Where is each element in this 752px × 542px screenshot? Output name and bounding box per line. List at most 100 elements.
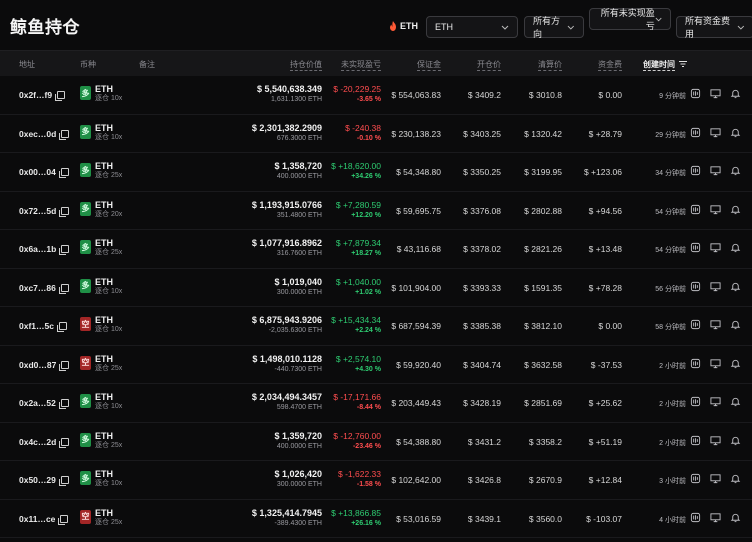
monitor-icon[interactable]: [710, 127, 721, 138]
table-row[interactable]: 0x2f…f9 多 ETH 逐仓 10x $ 5,540,638.349 1,6…: [0, 76, 752, 115]
monitor-icon[interactable]: [710, 204, 721, 215]
table-row[interactable]: 0xec…0d 多 ETH 逐仓 10x $ 2,301,382.2909 67…: [0, 115, 752, 153]
copy-icon[interactable]: [59, 437, 70, 448]
wallet-address[interactable]: 0x72…5d: [19, 206, 56, 216]
alert-icon[interactable]: [730, 281, 741, 292]
address-cell[interactable]: 0xf1…5c: [19, 321, 67, 332]
alert-icon[interactable]: [730, 165, 741, 176]
col-value[interactable]: 持仓价值: [290, 59, 322, 71]
copy-icon[interactable]: [59, 245, 70, 255]
address-cell[interactable]: 0x50…29: [19, 475, 69, 486]
table-row[interactable]: 0x11…ce 空 ETH 逐仓 25x $ 1,325,414.7945 -3…: [0, 500, 752, 538]
alert-icon[interactable]: [730, 358, 741, 369]
col-created-sort[interactable]: 创建时间: [643, 59, 688, 71]
pnl-cell: $ +15,434.34 +2.24 %: [331, 315, 381, 336]
copy-icon[interactable]: [58, 399, 69, 409]
pnl-cell: $ +1,040.00 +1.02 %: [336, 277, 381, 298]
monitor-icon[interactable]: [710, 396, 721, 407]
alert-icon[interactable]: [730, 512, 741, 523]
copy-icon[interactable]: [55, 91, 66, 101]
alert-icon[interactable]: [730, 242, 741, 253]
alert-icon[interactable]: [730, 127, 741, 138]
col-liq-price[interactable]: 清算价: [538, 59, 562, 71]
address-cell[interactable]: 0x2a…52: [19, 398, 69, 409]
wallet-icon[interactable]: [690, 512, 701, 523]
col-pnl[interactable]: 未实现盈亏: [341, 59, 381, 71]
monitor-icon[interactable]: [710, 319, 721, 330]
address-cell[interactable]: 0x2f…f9: [19, 90, 66, 101]
monitor-icon[interactable]: [710, 473, 721, 484]
table-row[interactable]: 0x72…5d 多 ETH 逐仓 20x $ 1,193,915.0766 35…: [0, 192, 752, 230]
table-row[interactable]: 0x4c…2d 多 ETH 逐仓 25x $ 1,359,720 400.000…: [0, 423, 752, 461]
monitor-icon[interactable]: [710, 281, 721, 292]
monitor-icon[interactable]: [710, 88, 721, 99]
wallet-icon[interactable]: [690, 435, 701, 446]
wallet-address[interactable]: 0x2a…52: [19, 398, 56, 408]
wallet-address[interactable]: 0x00…04: [19, 167, 56, 177]
table-row[interactable]: 0xc7…86 多 ETH 逐仓 10x $ 1,019,040 300.000…: [0, 269, 752, 307]
copy-icon[interactable]: [59, 360, 70, 371]
monitor-icon[interactable]: [710, 512, 721, 523]
copy-icon[interactable]: [59, 129, 70, 140]
copy-icon[interactable]: [56, 322, 67, 332]
table-row[interactable]: 0xd0…87 空 ETH 逐仓 25x $ 1,498,010.1128 -4…: [0, 346, 752, 384]
alert-icon[interactable]: [730, 473, 741, 484]
wallet-icon[interactable]: [690, 319, 701, 330]
wallet-icon[interactable]: [690, 88, 701, 99]
address-cell[interactable]: 0xec…0d: [19, 129, 70, 140]
address-cell[interactable]: 0x00…04: [19, 167, 69, 178]
coin-select[interactable]: ETH: [426, 16, 518, 38]
pnl-amount: $ +7,280.59: [335, 199, 381, 210]
wallet-icon[interactable]: [690, 473, 701, 484]
monitor-icon[interactable]: [710, 358, 721, 369]
alert-icon[interactable]: [730, 88, 741, 99]
pnl-filter[interactable]: 所有未实现盈亏: [589, 8, 671, 31]
address-cell[interactable]: 0x6a…1b: [19, 244, 70, 255]
address-cell[interactable]: 0x4c…2d: [19, 437, 70, 448]
address-cell[interactable]: 0xd0…87: [19, 360, 70, 371]
wallet-address[interactable]: 0x11…ce: [19, 514, 55, 524]
table-row[interactable]: 0x2a…52 多 ETH 逐仓 10x $ 2,034,494.3457 59…: [0, 384, 752, 423]
wallet-address[interactable]: 0x4c…2d: [19, 437, 56, 447]
address-cell[interactable]: 0x11…ce: [19, 514, 69, 525]
col-open-price[interactable]: 开仓价: [477, 59, 501, 71]
alert-icon[interactable]: [730, 319, 741, 330]
wallet-address[interactable]: 0x6a…1b: [19, 244, 56, 254]
wallet-address[interactable]: 0xc7…86: [19, 283, 56, 293]
copy-icon[interactable]: [58, 168, 69, 178]
col-funding[interactable]: 资金费: [598, 59, 622, 71]
row-actions: [690, 396, 741, 407]
hot-coin-badge[interactable]: ETH: [389, 21, 418, 31]
table-row[interactable]: 0x00…04 多 ETH 逐仓 25x $ 1,358,720 400.000…: [0, 153, 752, 192]
monitor-icon[interactable]: [710, 165, 721, 176]
wallet-address[interactable]: 0xf1…5c: [19, 321, 54, 331]
wallet-icon[interactable]: [690, 127, 701, 138]
copy-icon[interactable]: [58, 514, 69, 525]
wallet-address[interactable]: 0xec…0d: [19, 129, 56, 139]
col-margin[interactable]: 保证金: [417, 59, 441, 71]
monitor-icon[interactable]: [710, 435, 721, 446]
wallet-icon[interactable]: [690, 396, 701, 407]
monitor-icon[interactable]: [710, 242, 721, 253]
alert-icon[interactable]: [730, 396, 741, 407]
wallet-icon[interactable]: [690, 242, 701, 253]
wallet-icon[interactable]: [690, 165, 701, 176]
wallet-address[interactable]: 0x2f…f9: [19, 90, 52, 100]
alert-icon[interactable]: [730, 204, 741, 215]
direction-filter[interactable]: 所有方向: [524, 16, 584, 39]
funding-filter[interactable]: 所有资金费用: [676, 16, 752, 39]
copy-icon[interactable]: [58, 476, 69, 486]
wallet-icon[interactable]: [690, 281, 701, 292]
table-row[interactable]: 0x6a…1b 多 ETH 逐仓 25x $ 1,077,916.8962 31…: [0, 230, 752, 269]
wallet-icon[interactable]: [690, 204, 701, 215]
wallet-icon[interactable]: [690, 358, 701, 369]
wallet-address[interactable]: 0x50…29: [19, 475, 56, 485]
table-row[interactable]: 0xf1…5c 空 ETH 逐仓 10x $ 6,875,943.9206 -2…: [0, 307, 752, 346]
address-cell[interactable]: 0x72…5d: [19, 206, 70, 217]
wallet-address[interactable]: 0xd0…87: [19, 360, 56, 370]
table-row[interactable]: 0x50…29 多 ETH 逐仓 10x $ 1,026,420 300.000…: [0, 461, 752, 500]
copy-icon[interactable]: [58, 283, 69, 294]
address-cell[interactable]: 0xc7…86: [19, 283, 69, 294]
copy-icon[interactable]: [59, 206, 70, 217]
alert-icon[interactable]: [730, 435, 741, 446]
